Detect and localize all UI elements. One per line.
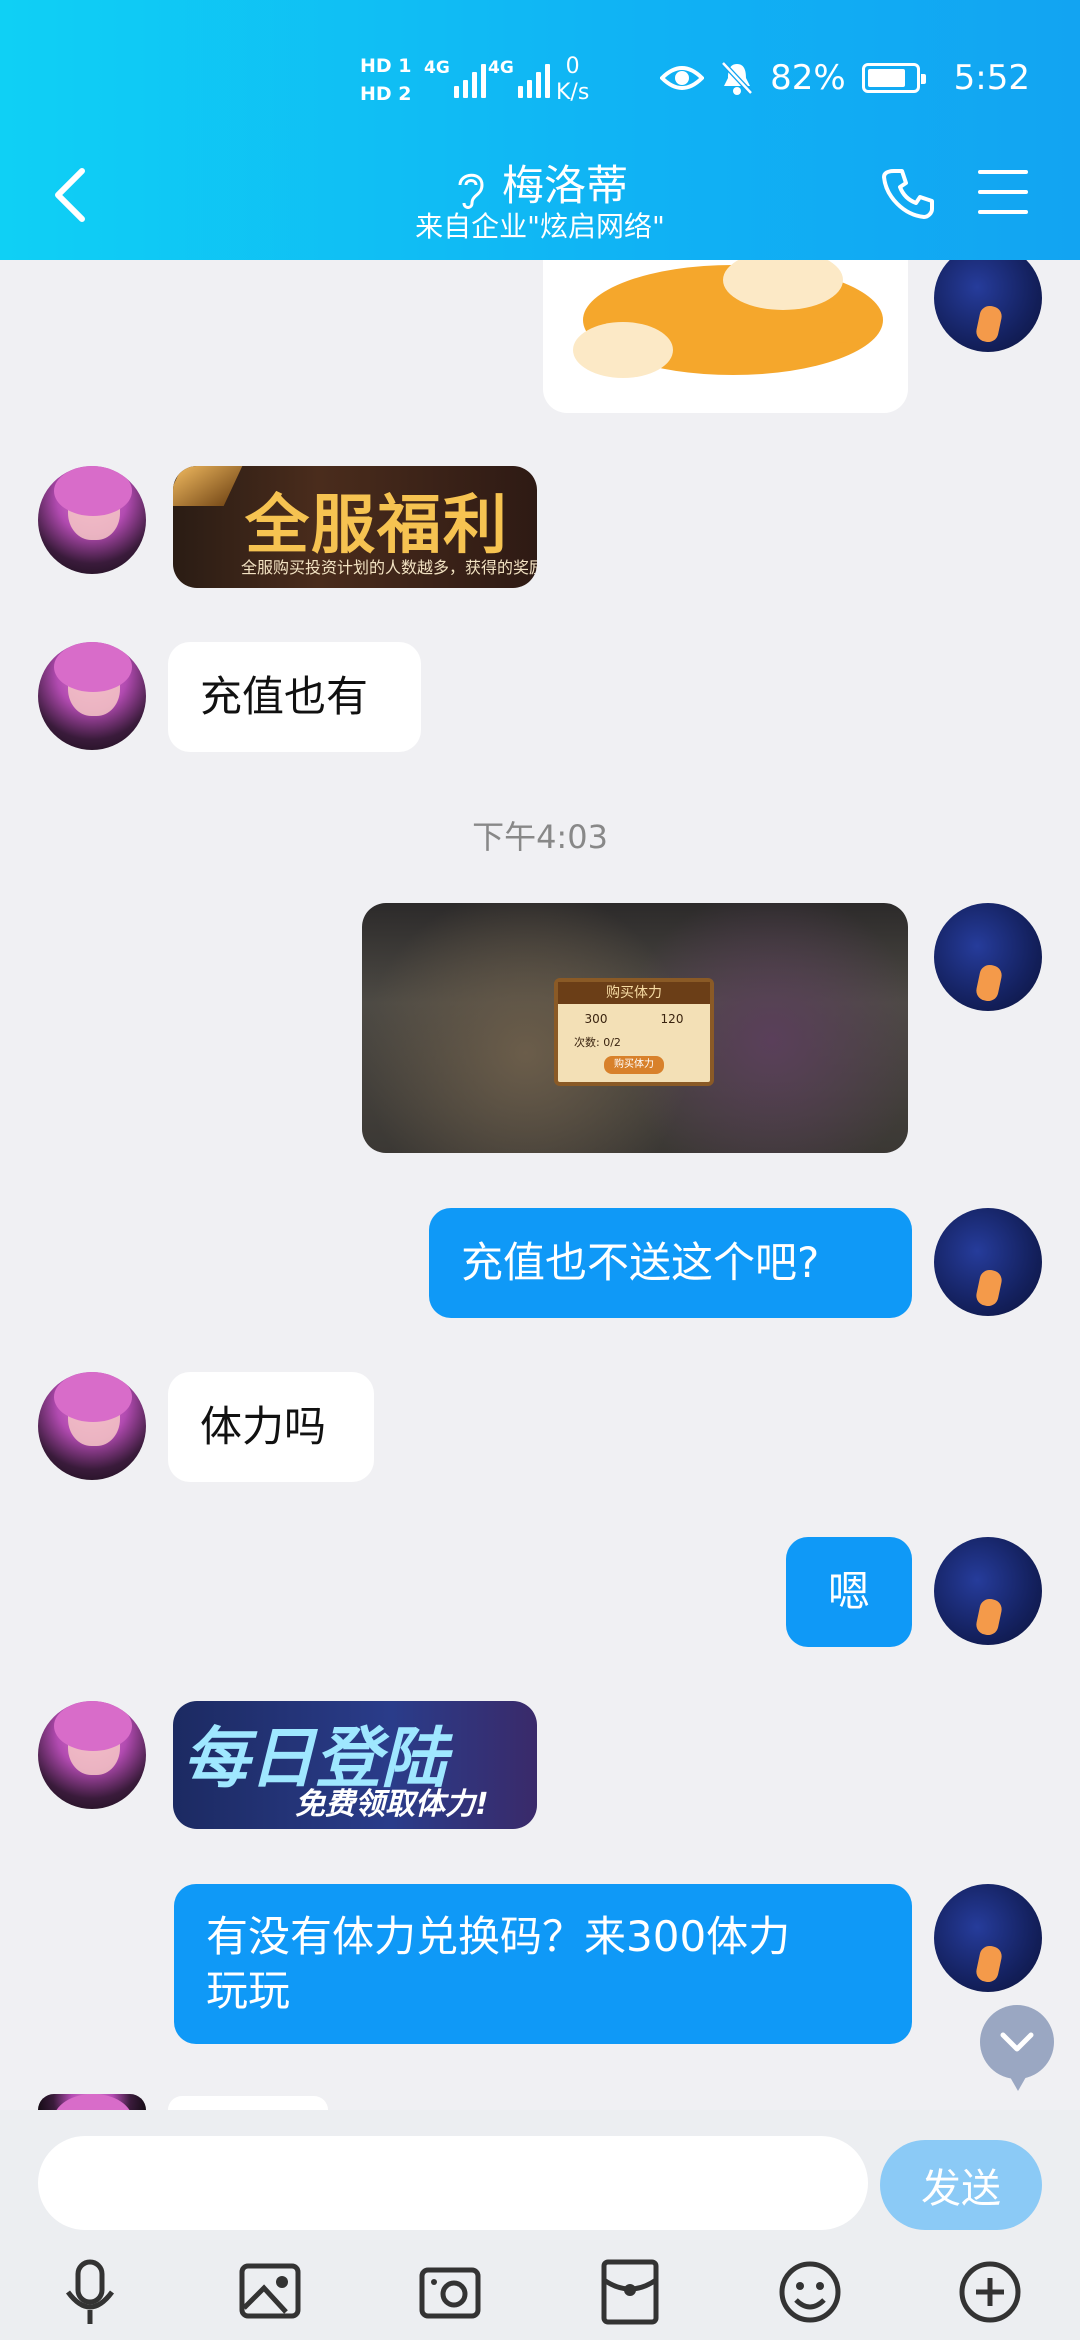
message-bubble-left[interactable]: 充值也有: [168, 642, 421, 752]
banner-welfare-sub: 全服购买投资计划的人数越多，获得的奖励: [241, 558, 537, 577]
camera-icon[interactable]: [410, 2252, 490, 2332]
menu-icon[interactable]: [978, 170, 1028, 214]
chat-header: HD 1 HD 2 4G 4G 0 K/s 82% 5:52 梅洛蒂 来自企业"…: [0, 0, 1080, 260]
dialog-value-a: 300: [584, 1012, 608, 1026]
hd2-label: HD 2: [360, 83, 412, 105]
banner-image-daily-login[interactable]: 每日登陆 免费领取体力!: [173, 1701, 537, 1829]
eye-icon: [660, 66, 705, 90]
dialog-buy-button: 购买体力: [604, 1056, 664, 1074]
sticker-image[interactable]: [543, 240, 908, 413]
contact-avatar[interactable]: [38, 466, 146, 574]
plus-icon[interactable]: [950, 2252, 1030, 2332]
banner-daily-sub: 免费领取体力!: [295, 1787, 489, 1822]
banner-image-welfare[interactable]: 全服福利 全服购买投资计划的人数越多，获得的奖励: [173, 466, 537, 588]
contact-name: 梅洛蒂: [501, 161, 628, 210]
phone-icon[interactable]: [880, 165, 936, 221]
mute-bell-icon: [721, 61, 753, 95]
my-avatar[interactable]: [934, 244, 1042, 352]
net-speed: 0 K/s: [556, 54, 589, 106]
chevron-down-icon: [1000, 2032, 1034, 2052]
bottom-toolbar: [0, 2240, 1080, 2340]
status-bar: HD 1 HD 2 4G 4G 0 K/s 82% 5:52: [0, 52, 1080, 112]
ear-icon: [458, 173, 484, 209]
net-speed-value: 0: [565, 54, 580, 79]
message-text: 体力吗: [200, 1402, 327, 1451]
message-timestamp: 下午4:03: [472, 818, 608, 856]
dialog-title: 购买体力: [558, 982, 710, 1004]
message-bubble-right[interactable]: 嗯: [786, 1537, 912, 1647]
message-input[interactable]: [38, 2136, 868, 2230]
image-icon[interactable]: [230, 2252, 310, 2332]
contact-avatar[interactable]: [38, 642, 146, 750]
message-text-line1: 有没有体力兑换码？来300体力: [206, 1912, 791, 1961]
signal-icon-1: 4G: [424, 58, 486, 98]
status-right: 82% 5:52: [660, 58, 1030, 98]
contact-avatar-partial: [38, 2094, 146, 2110]
message-bubble-partial: [168, 2096, 328, 2110]
contact-avatar[interactable]: [38, 1701, 146, 1809]
dialog-count: 次数: 0/2: [574, 1036, 621, 1049]
contact-avatar[interactable]: [38, 1372, 146, 1480]
signal-icon-2: 4G: [488, 58, 550, 98]
battery-percent: 82%: [770, 58, 846, 98]
corgi-sticker-icon: [573, 250, 883, 378]
game-screenshot-image[interactable]: 购买体力 300 120 次数: 0/2 购买体力: [362, 903, 908, 1153]
message-text: 充值也有: [200, 672, 369, 721]
scroll-to-bottom-button[interactable]: [980, 2005, 1054, 2091]
message-text-line2: 玩玩: [206, 1966, 291, 2015]
input-bar: 发送: [0, 2110, 1080, 2240]
message-text: 嗯: [827, 1567, 870, 1616]
my-avatar[interactable]: [934, 1208, 1042, 1316]
message-bubble-right[interactable]: 充值也不送这个吧?: [429, 1208, 912, 1318]
emoji-icon[interactable]: [770, 2252, 850, 2332]
buy-stamina-dialog: 购买体力 300 120 次数: 0/2 购买体力: [554, 978, 714, 1086]
microphone-icon[interactable]: [50, 2252, 130, 2332]
message-text: 充值也不送这个吧?: [461, 1238, 820, 1287]
banner-welfare-title: 全服福利: [245, 488, 509, 563]
send-button[interactable]: 发送: [880, 2140, 1042, 2230]
my-avatar[interactable]: [934, 1537, 1042, 1645]
my-avatar[interactable]: [934, 903, 1042, 1011]
message-bubble-right[interactable]: 有没有体力兑换码？来300体力 玩玩: [174, 1884, 912, 2044]
battery-icon: [861, 63, 926, 93]
hd1-label: HD 1: [360, 55, 412, 77]
clock: 5:52: [953, 58, 1030, 98]
message-bubble-left[interactable]: 体力吗: [168, 1372, 374, 1482]
my-avatar[interactable]: [934, 1884, 1042, 1992]
signal-2-label: 4G: [488, 58, 514, 78]
net-speed-unit: K/s: [556, 80, 590, 105]
hd-indicator: HD 1 HD 2: [360, 52, 412, 108]
dialog-value-b: 120: [660, 1012, 684, 1026]
signal-1-label: 4G: [424, 58, 450, 78]
sword-icon: [173, 466, 243, 506]
red-packet-icon[interactable]: [590, 2252, 670, 2332]
